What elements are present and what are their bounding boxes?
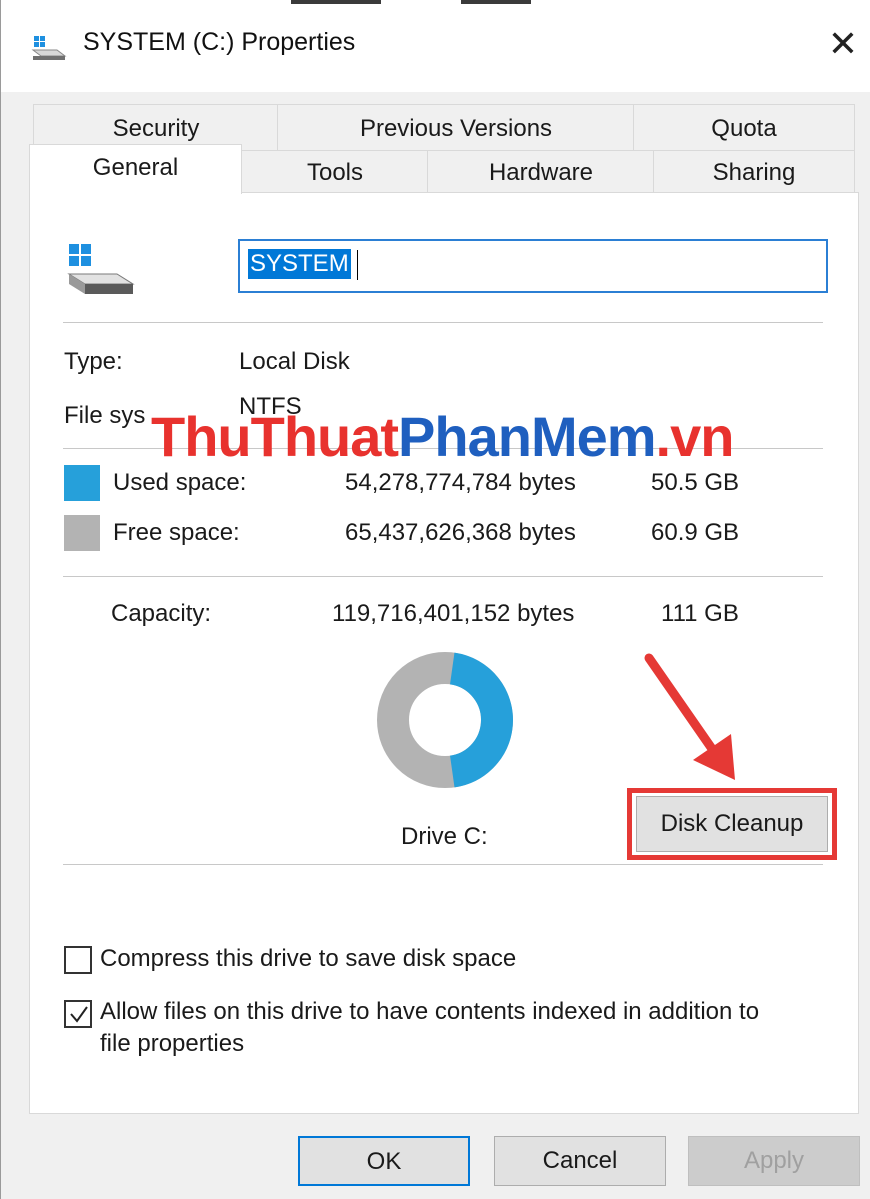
background-window-edge: [461, 0, 531, 4]
separator: [63, 576, 823, 577]
free-space-label: Free space:: [113, 519, 240, 546]
type-value: Local Disk: [239, 348, 350, 375]
drive-icon: [31, 36, 67, 60]
used-space-label: Used space:: [113, 469, 247, 496]
watermark: ThuThuatPhanMem.vn: [151, 404, 735, 469]
free-space-bytes: 65,437,626,368 bytes: [345, 519, 576, 546]
watermark-part3: .vn: [655, 405, 735, 468]
arrow-annotation: [644, 653, 735, 780]
tab-label: Hardware: [488, 159, 594, 186]
properties-window: SYSTEM (C:) Properties ✕ Security Previo…: [0, 0, 870, 1199]
capacity-gb: 111 GB: [661, 600, 739, 627]
separator: [63, 864, 823, 865]
tab-label: General: [92, 154, 179, 181]
drive-label: Drive C:: [401, 823, 488, 850]
index-label-line1: Allow files on this drive to have conten…: [100, 998, 760, 1025]
capacity-bytes: 119,716,401,152 bytes: [332, 600, 575, 627]
tab-tools[interactable]: Tools: [241, 150, 429, 194]
tab-hardware[interactable]: Hardware: [427, 150, 655, 194]
capacity-label: Capacity:: [111, 600, 212, 627]
background-window-edge: [291, 0, 381, 4]
filesystem-label: File sys: [64, 402, 146, 429]
ok-button[interactable]: OK: [298, 1136, 470, 1186]
used-space-swatch: [64, 465, 100, 501]
usage-donut-chart: [377, 652, 513, 788]
title-bar: SYSTEM (C:) Properties ✕: [1, 0, 870, 92]
index-checkbox[interactable]: [64, 1000, 92, 1028]
tab-label: Security: [112, 115, 200, 142]
free-space-swatch: [64, 515, 100, 551]
index-label-line2: file properties: [100, 1030, 245, 1057]
tab-label: Sharing: [712, 159, 796, 186]
window-title: SYSTEM (C:) Properties: [83, 28, 356, 56]
compress-checkbox[interactable]: [64, 946, 92, 974]
tab-label: Quota: [711, 115, 777, 142]
tab-previous-versions[interactable]: Previous Versions: [277, 104, 635, 152]
text-caret: [357, 250, 358, 280]
drive-icon: [67, 244, 135, 294]
watermark-part1: ThuThuat: [151, 405, 399, 468]
tab-quota[interactable]: Quota: [633, 104, 855, 152]
watermark-part2: PhanMem: [398, 405, 656, 468]
tab-label: Previous Versions: [359, 115, 553, 142]
apply-button[interactable]: Apply: [688, 1136, 860, 1186]
top-strip: [1, 0, 870, 10]
tab-general[interactable]: General: [29, 144, 242, 194]
compress-label: Compress this drive to save disk space: [100, 945, 517, 972]
used-space-gb: 50.5 GB: [651, 469, 740, 496]
free-space-gb: 60.9 GB: [651, 519, 740, 546]
tab-label: Tools: [306, 159, 364, 186]
cancel-button[interactable]: Cancel: [494, 1136, 666, 1186]
close-icon[interactable]: ✕: [823, 22, 863, 66]
type-label: Type:: [64, 348, 123, 375]
drive-name-value: SYSTEM: [248, 249, 351, 279]
tab-sharing[interactable]: Sharing: [653, 150, 855, 194]
highlight-annotation: [627, 788, 837, 860]
checkmark-icon: [70, 1006, 88, 1023]
drive-name-input[interactable]: SYSTEM: [238, 239, 828, 293]
separator: [63, 322, 823, 323]
used-space-bytes: 54,278,774,784 bytes: [345, 469, 576, 496]
